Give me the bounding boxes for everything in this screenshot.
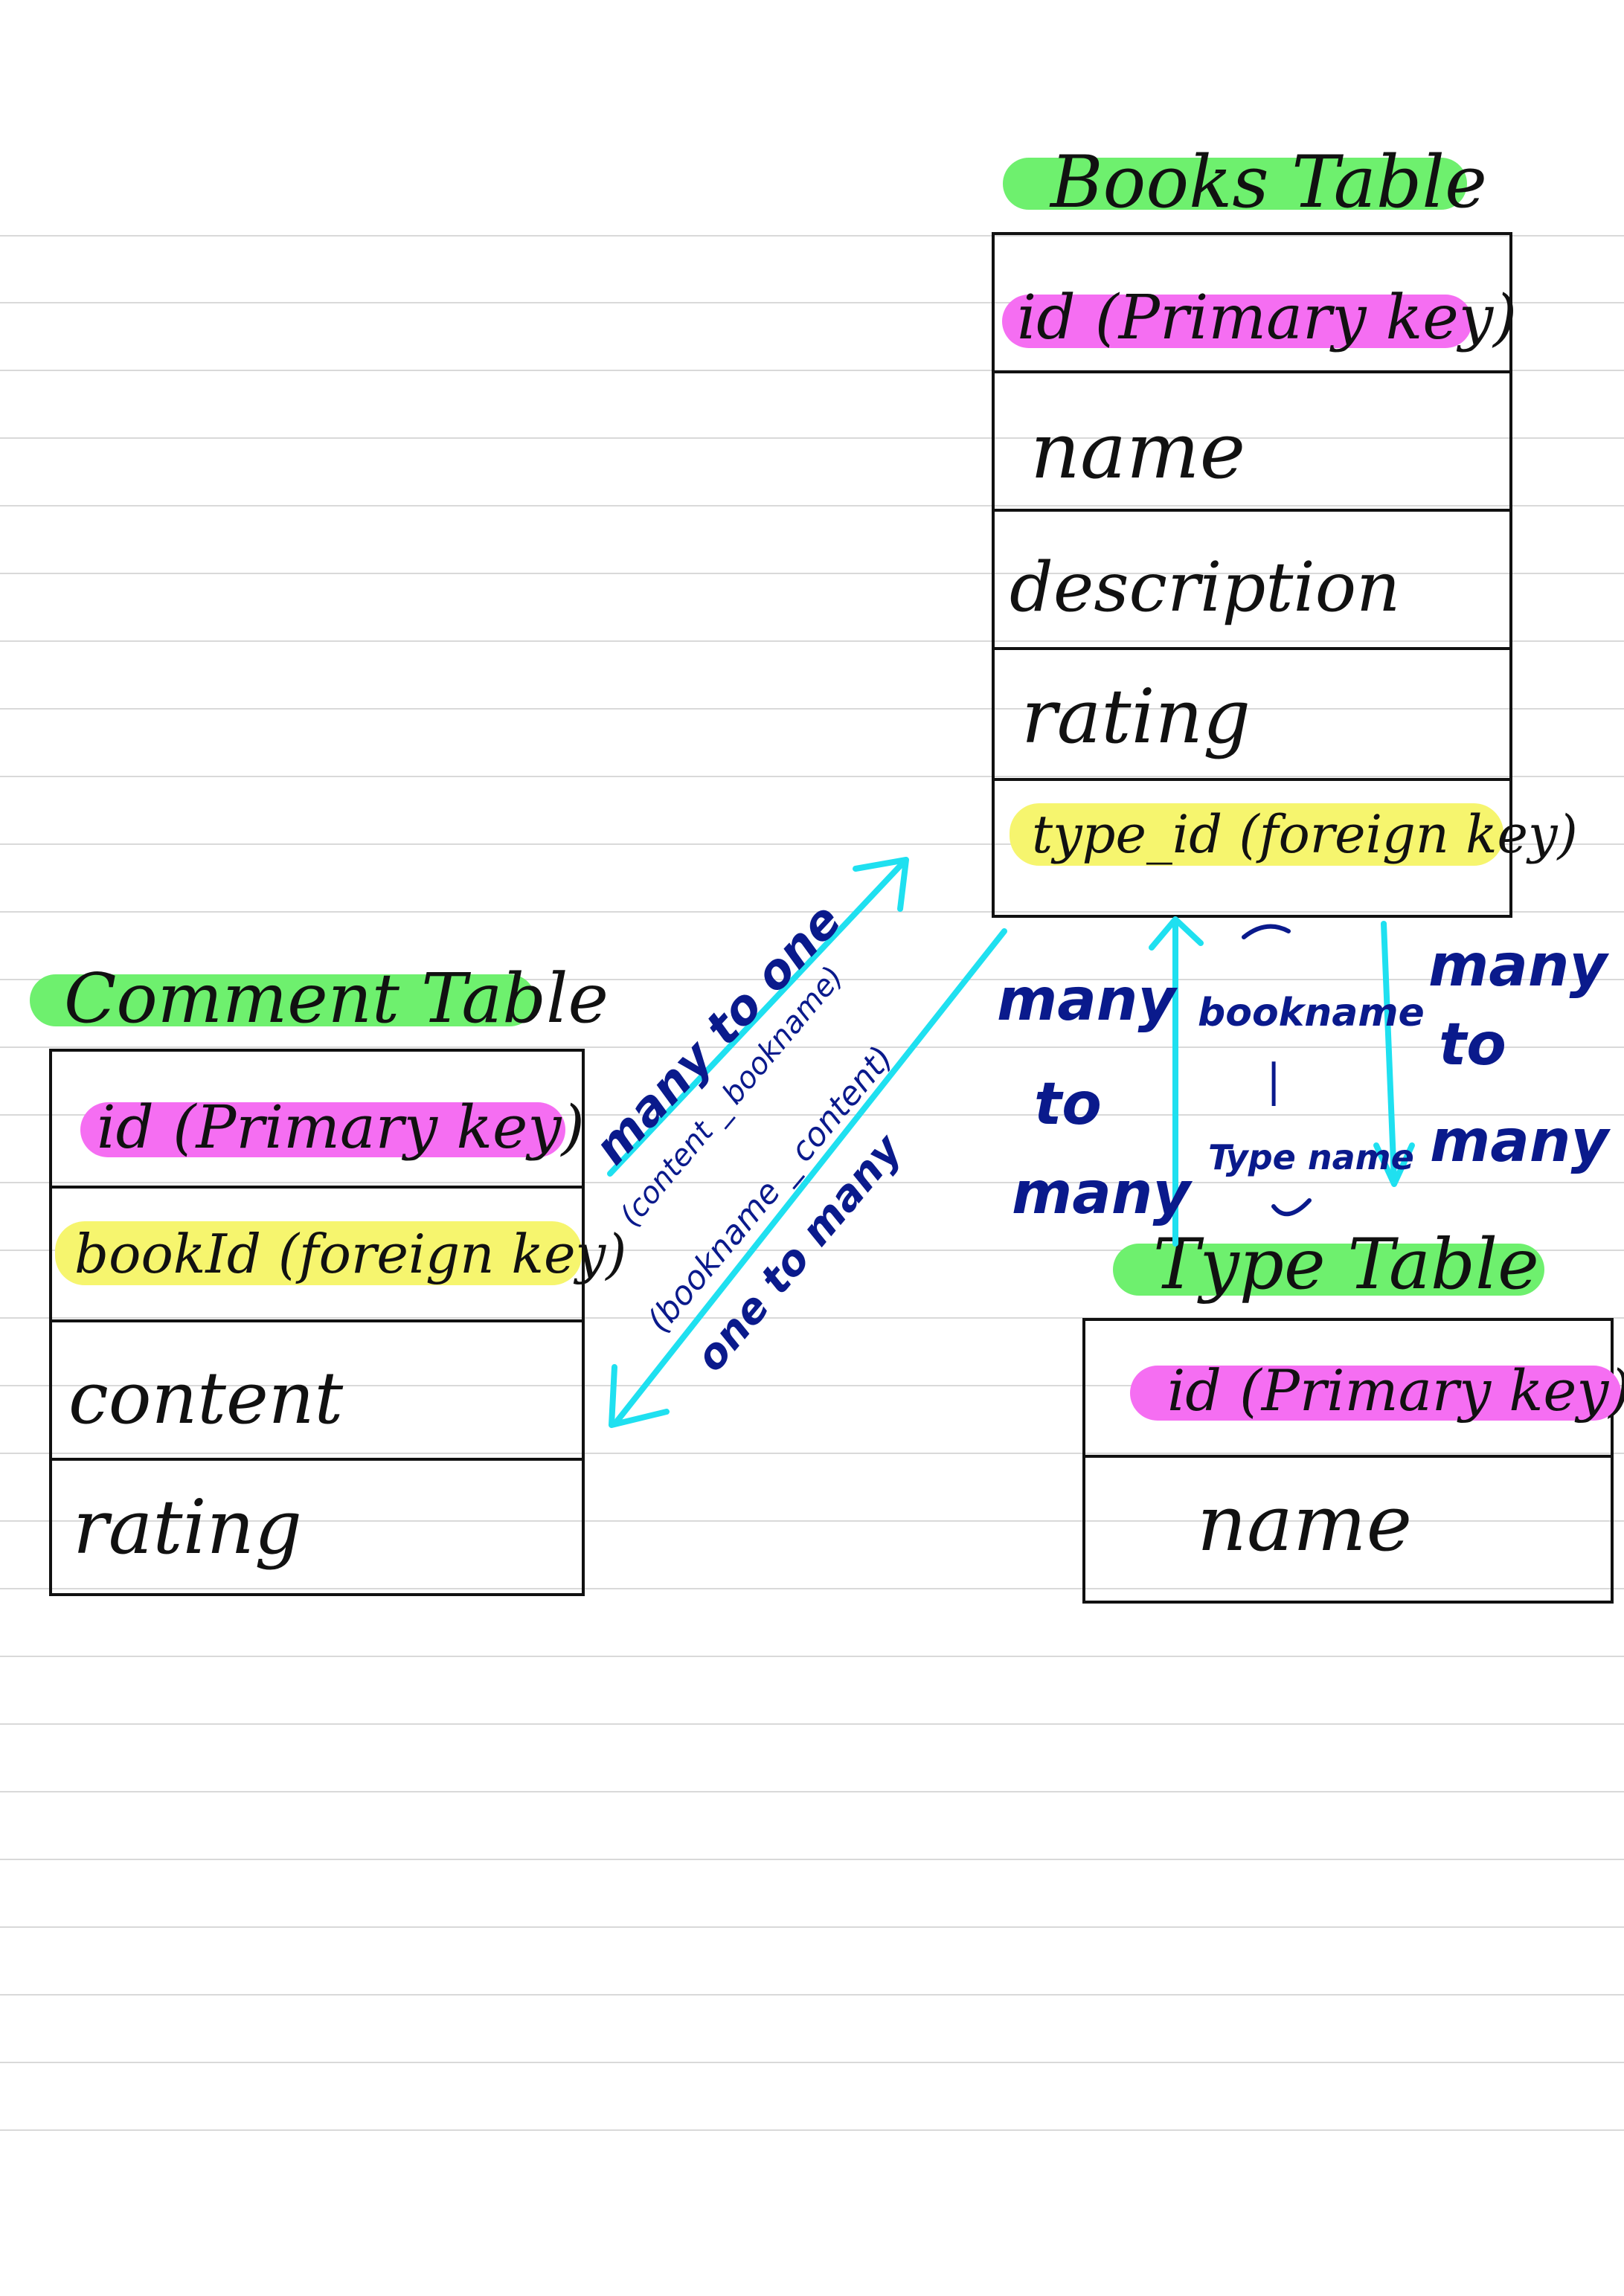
mapping-bookname: bookname xyxy=(1198,991,1425,1035)
type-to-book-cardinality-line1: many xyxy=(997,967,1176,1034)
mapping-separator: | xyxy=(1266,1055,1282,1107)
mapping-top-mark xyxy=(1242,924,1291,939)
book-to-type-cardinality-line1: many xyxy=(1428,933,1608,1000)
type-to-book-cardinality-line3: many xyxy=(1012,1160,1191,1227)
book-to-type-cardinality-line3: many xyxy=(1430,1108,1609,1175)
mapping-type-name: Type name xyxy=(1208,1137,1414,1177)
mapping-bottom-mark xyxy=(1271,1198,1312,1217)
type-to-book-cardinality-line2: to xyxy=(1034,1071,1102,1138)
book-to-type-cardinality-line2: to xyxy=(1439,1012,1506,1078)
